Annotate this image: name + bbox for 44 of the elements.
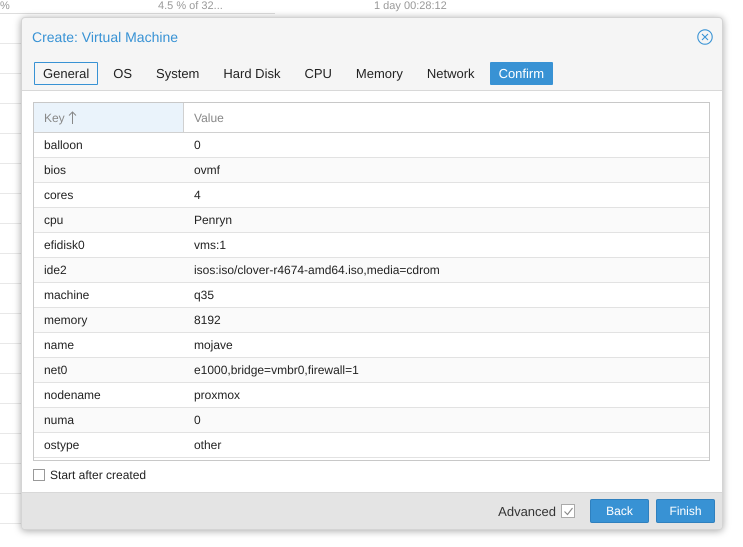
column-header[interactable]: Value: [184, 103, 709, 132]
table-cell-text: vms:1: [193, 238, 228, 252]
checkbox-label: Start after created: [50, 468, 146, 482]
table-cell-text: 0: [193, 413, 202, 427]
table-cell-text: ovmf: [193, 163, 222, 177]
checkbox[interactable]: [33, 469, 45, 481]
window-title: Create: Virtual Machine: [32, 29, 178, 45]
table-cell-text: bios: [43, 163, 68, 177]
table-cell-text: name: [43, 338, 76, 352]
table-cell-text: numa: [43, 413, 76, 427]
table-cell-text: mojave: [193, 338, 234, 352]
table-cell-text: 4: [193, 188, 202, 202]
table-cell-text: e1000,bridge=vmbr0,firewall=1: [193, 363, 360, 377]
background-text: 1 day 00:28:12: [374, 1, 447, 12]
table-cell-text: other: [193, 438, 222, 452]
table-cell-text: balloon: [43, 138, 84, 152]
tab[interactable]: Hard Disk: [214, 62, 290, 84]
checkbox[interactable]: [561, 504, 575, 518]
table-cell-text: q35: [193, 288, 216, 302]
table-cell-text: cores: [43, 188, 74, 202]
table-cell-text: ostype: [43, 438, 80, 452]
table-cell-text: efidisk0: [43, 238, 86, 252]
table-cell-text: net0: [43, 363, 68, 377]
tab[interactable]: General: [34, 62, 98, 84]
close-icon[interactable]: [697, 29, 713, 45]
tab[interactable]: Memory: [346, 62, 412, 84]
checkbox-label: Advanced: [498, 504, 556, 518]
tab[interactable]: System: [147, 62, 208, 84]
table-cell-text: 0: [193, 138, 202, 152]
tab[interactable]: OS: [104, 62, 142, 84]
tab[interactable]: CPU: [295, 62, 341, 84]
table-cell-text: machine: [43, 288, 90, 302]
table-cell-text: Penryn: [193, 213, 234, 227]
table-cell-text: cpu: [43, 213, 64, 227]
table-cell-text: isos:iso/clover-r4674-amd64.iso,media=cdrom: [193, 263, 441, 277]
background-text: %: [0, 1, 11, 12]
table-cell-text: proxmox: [193, 388, 242, 402]
table-cell-text: nodename: [43, 388, 102, 402]
sort-arrow-icon: [68, 111, 77, 124]
table-cell-text: 8192: [193, 313, 222, 327]
table-cell-text: ide2: [43, 263, 68, 277]
tab[interactable]: Network: [418, 62, 484, 84]
background-text: 4.5 % of 32...: [158, 1, 224, 12]
table-cell-text: memory: [43, 313, 88, 327]
